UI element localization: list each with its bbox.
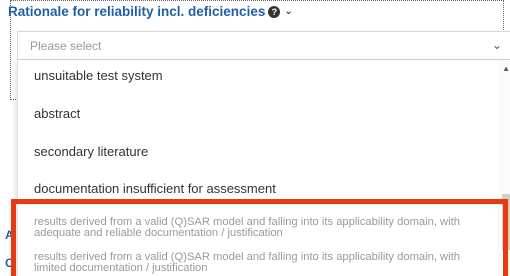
option-documentation-insufficient[interactable]: documentation insufficient for assessmen… [34, 181, 276, 196]
select-placeholder: Please select [30, 39, 102, 53]
option-qsar-limited[interactable]: results derived from a valid (Q)SAR mode… [34, 251, 494, 274]
scroll-thumb[interactable] [502, 194, 510, 250]
dropdown-scrollbar[interactable]: ▲ [498, 60, 510, 276]
option-line: limited documentation / justification [34, 262, 208, 274]
chevron-down-icon[interactable]: ⌄ [284, 6, 292, 17]
rationale-select[interactable]: Please select ⌄ [17, 31, 510, 60]
option-unsuitable-test-system[interactable]: unsuitable test system [34, 68, 163, 83]
field-label: Rationale for reliability incl. deficien… [8, 4, 293, 19]
chevron-down-icon[interactable]: ⌄ [492, 38, 502, 52]
side-letter-a: A [5, 228, 14, 242]
side-letter-c: C [5, 256, 14, 270]
option-line: adequate and reliable documentation / ju… [34, 227, 283, 239]
dropdown-list[interactable]: unsuitable test system abstract secondar… [17, 60, 510, 276]
question-circle-icon[interactable]: ? [268, 5, 281, 18]
option-qsar-adequate[interactable]: results derived from a valid (Q)SAR mode… [34, 216, 494, 239]
option-secondary-literature[interactable]: secondary literature [34, 144, 148, 159]
option-abstract[interactable]: abstract [34, 106, 80, 121]
field-label-text: Rationale for reliability incl. deficien… [8, 4, 266, 19]
triangle-up-icon[interactable]: ▲ [502, 64, 510, 73]
